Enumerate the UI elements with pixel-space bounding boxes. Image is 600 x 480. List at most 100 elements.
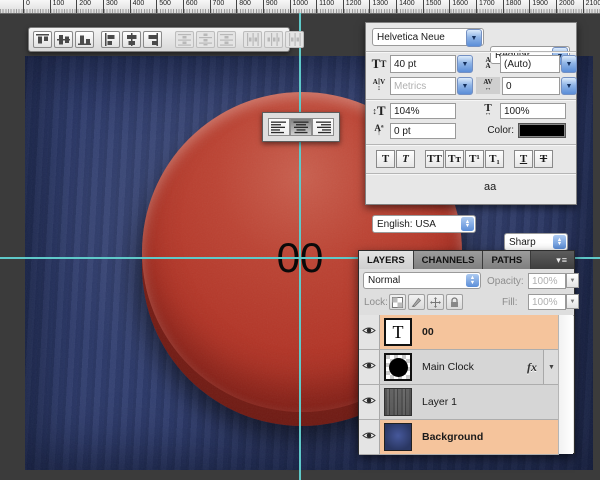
fill-label: Fill: [502,297,518,308]
vertical-guide[interactable] [299,13,301,480]
panel-tabs: LAYERSCHANNELSPATHS ▾≡ [359,251,574,269]
chevron-down-icon[interactable]: ▼ [457,55,473,73]
chevron-down-icon[interactable]: ▼ [561,77,577,95]
ruler-tick: 900 [263,0,264,13]
text-align-left-button[interactable] [268,118,290,136]
style-italic-button[interactable]: T [396,150,415,168]
leading-field[interactable]: (Auto) ▼ [500,55,577,73]
layer-name[interactable]: Background [422,431,483,443]
visibility-toggle[interactable] [359,420,380,454]
photoshop-workspace: 0100200300400500600700800900100011001200… [0,0,600,480]
layer-row-background[interactable]: Background [359,420,559,455]
chevron-down-icon[interactable]: ▼ [457,77,473,95]
ruler-tick: 700 [210,0,211,13]
font-family-select[interactable]: Helvetica Neue ▼ [372,28,484,46]
tab-layers[interactable]: LAYERS [359,251,414,269]
chevron-down-icon[interactable]: ▼ [566,273,579,288]
visibility-toggle[interactable] [359,385,380,419]
style-bold-button[interactable]: T [376,150,395,168]
stepper-icon[interactable]: ▲▼ [466,274,479,287]
layer-row-layer-1[interactable]: Layer 1 [359,385,559,420]
eye-icon [362,361,376,373]
stepper-icon[interactable]: ▲▼ [553,235,566,249]
chevron-down-icon[interactable]: ▼ [466,29,482,47]
blend-mode-select[interactable]: Normal ▲▼ [363,272,481,289]
style-subscript-button[interactable]: T₁ [485,150,504,168]
text-align-right-button[interactable] [312,118,334,136]
layer-effects-badge[interactable]: fx [527,360,537,375]
text-align-center-button[interactable] [290,118,312,136]
lock-paint-icon[interactable] [408,294,425,310]
lock-all-icon[interactable] [446,294,463,310]
effects-collapse-icon[interactable]: ▼ [543,350,559,384]
layers-list: T 00 Main Clock fx ▼ Layer 1 Background [359,315,559,455]
chevron-down-icon[interactable]: ▼ [561,55,577,73]
leading-value[interactable]: (Auto) [500,55,560,73]
tracking-value[interactable]: 0 [502,77,560,95]
vertical-scale-field[interactable]: 104% [390,103,456,119]
layer-name[interactable]: Layer 1 [422,396,457,408]
align-bottom-edges-button[interactable] [75,31,94,48]
layers-scrollbar[interactable] [558,315,573,454]
chevron-down-icon[interactable]: ▼ [566,294,579,309]
ruler-tick: 1600 [449,0,450,13]
ruler-tick: 1800 [503,0,504,13]
visibility-toggle[interactable] [359,350,380,384]
distribute-left-edges-button [243,31,262,48]
layer-thumbnail-background[interactable] [384,423,412,451]
align-left-edges-button[interactable] [101,31,120,48]
tab-paths[interactable]: PATHS [483,251,531,269]
kerning-field[interactable]: Metrics ▼ [390,77,473,95]
distribute-right-edges-button [285,31,304,48]
layer-row-00[interactable]: T 00 [359,315,559,350]
horizontal-ruler[interactable]: 0100200300400500600700800900100011001200… [0,0,600,14]
style-smallcaps-button[interactable]: Tᴛ [445,150,464,168]
ruler-tick: 0 [23,0,24,13]
fill-value[interactable]: 100% [528,294,566,310]
language-value: English: USA [377,219,436,230]
ruler-tick: 1700 [476,0,477,13]
horizontal-scale-field[interactable]: 100% [500,103,566,119]
layer-name[interactable]: 00 [422,326,434,338]
blend-mode-value: Normal [368,275,400,286]
align-horizontal-centers-button[interactable] [122,31,141,48]
layer-name[interactable]: Main Clock [422,361,474,373]
lock-transparency-icon[interactable] [389,294,406,310]
baseline-shift-field[interactable]: 0 pt [390,123,456,139]
ruler-tick: 1000 [290,0,291,13]
font-size-field[interactable]: 40 pt ▼ [390,55,473,73]
tab-channels[interactable]: CHANNELS [414,251,484,269]
fill-field[interactable]: 100% ▼ [528,294,579,310]
language-select[interactable]: English: USA ▲▼ [372,215,476,233]
ruler-tick: 1500 [423,0,424,13]
align-right-edges-button[interactable] [143,31,162,48]
text-color-swatch[interactable] [518,123,566,138]
ruler-tick: 800 [236,0,237,13]
ruler-tick: 500 [156,0,157,13]
antialias-select[interactable]: Sharp ▲▼ [504,233,568,251]
font-size-value[interactable]: 40 pt [390,55,456,73]
layer-thumbnail-text[interactable]: T [384,318,412,346]
visibility-toggle[interactable] [359,315,380,349]
style-allcaps-button[interactable]: TT [425,150,444,168]
style-superscript-button[interactable]: T¹ [465,150,484,168]
layer-thumbnail-circle[interactable] [384,353,412,381]
align-top-edges-button[interactable] [33,31,52,48]
opacity-field[interactable]: 100% ▼ [528,273,579,289]
panel-menu-icon[interactable]: ▾≡ [550,251,574,269]
kerning-value[interactable]: Metrics [390,77,456,95]
tracking-field[interactable]: 0 ▼ [502,77,577,95]
layer-row-main-clock[interactable]: Main Clock fx ▼ [359,350,559,385]
lock-position-icon[interactable] [427,294,444,310]
tracking-icon: AV↔ [476,77,500,94]
opacity-value[interactable]: 100% [528,273,566,289]
align-vertical-centers-button[interactable] [54,31,73,48]
style-strikethrough-button[interactable]: T [534,150,553,168]
divider [366,144,576,145]
stepper-icon[interactable]: ▲▼ [461,217,474,231]
style-underline-button[interactable]: T [514,150,533,168]
kerning-icon: A∣V↕ [370,77,388,94]
layer-thumbnail-texture[interactable] [384,388,412,416]
ruler-tick: 1200 [343,0,344,13]
paragraph-align-panel [262,112,340,142]
